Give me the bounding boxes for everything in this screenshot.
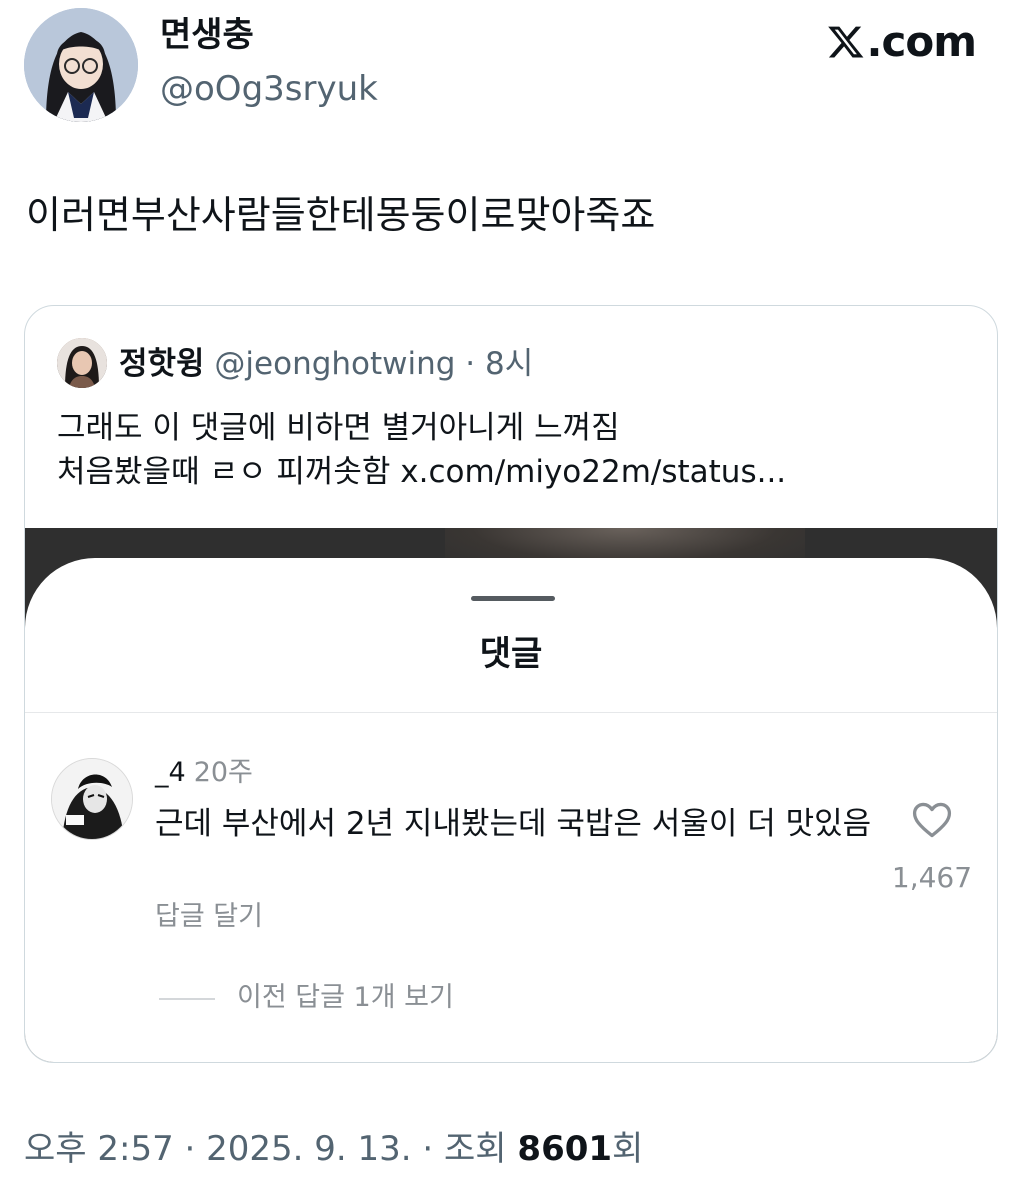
comment-sheet: 댓글 _4 20주 근데 부산에서 2년 지내봤는데 국밥은 서울이 더 맛있음 … bbox=[25, 558, 997, 1062]
sheet-grabber[interactable] bbox=[471, 596, 555, 601]
quoted-tweet-card[interactable]: 정핫윙 @jeonghotwing · 8시 그래도 이 댓글에 비하면 별거아… bbox=[24, 305, 998, 1063]
avatar-image bbox=[24, 8, 138, 122]
author-avatar[interactable] bbox=[24, 8, 138, 122]
sheet-title: 댓글 bbox=[479, 634, 543, 674]
heart-icon[interactable] bbox=[909, 798, 955, 842]
commenter-avatar-image bbox=[52, 759, 132, 839]
quoted-author-avatar[interactable] bbox=[57, 338, 107, 388]
comment-header: _4 20주 bbox=[155, 754, 253, 792]
view-count-suffix: 회 bbox=[612, 1129, 644, 1169]
tweet-screenshot: 면생충 @oOg3sryuk .com 이러면부산사람들한테몽둥이로맞아죽죠 정… bbox=[0, 0, 1024, 1197]
author-handle[interactable]: @oOg3sryuk bbox=[160, 66, 378, 112]
quoted-author-handle-time[interactable]: @jeonghotwing · 8시 bbox=[205, 346, 533, 382]
quoted-tweet-text: 그래도 이 댓글에 비하면 별거아니게 느껴짐 처음봤을때 ㄹㅇ 피꺼솟함 x.… bbox=[57, 406, 786, 494]
replies-divider-line bbox=[159, 998, 215, 1000]
divider bbox=[25, 712, 997, 713]
reply-button[interactable]: 답글 달기 bbox=[155, 898, 263, 936]
x-logo-text: .com bbox=[866, 17, 977, 66]
quoted-tweet-line: 그래도 이 댓글에 비하면 별거아니게 느껴짐 bbox=[57, 410, 620, 446]
quoted-avatar-image bbox=[57, 338, 107, 388]
quoted-author-name[interactable]: 정핫윙 bbox=[119, 346, 205, 382]
tweet-timestamp[interactable]: 오후 2:57 · 2025. 9. 13. · 조회 bbox=[24, 1129, 517, 1169]
quoted-tweet-header: 정핫윙 @jeonghotwing · 8시 bbox=[119, 342, 533, 386]
commenter-avatar[interactable] bbox=[51, 758, 133, 840]
view-previous-replies-button[interactable]: 이전 답글 1개 보기 bbox=[237, 978, 454, 1018]
like-count: 1,467 bbox=[891, 861, 973, 894]
x-logo: .com bbox=[827, 14, 977, 70]
commenter-username[interactable]: _4 bbox=[155, 757, 186, 788]
quoted-tweet-line[interactable]: 처음봤을때 ㄹㅇ 피꺼솟함 x.com/miyo22m/status... bbox=[57, 450, 786, 494]
tweet-footer: 오후 2:57 · 2025. 9. 13. · 조회 8601회 bbox=[24, 1124, 643, 1174]
comment-time: 20주 bbox=[193, 757, 253, 788]
x-logo-icon bbox=[827, 26, 863, 58]
tweet-text: 이러면부산사람들한테몽둥이로맞아죽죠 bbox=[26, 193, 656, 237]
comment-text: 근데 부산에서 2년 지내봤는데 국밥은 서울이 더 맛있음 bbox=[155, 806, 872, 842]
author-display-name[interactable]: 면생충 bbox=[160, 12, 254, 58]
view-count: 8601 bbox=[517, 1129, 613, 1169]
